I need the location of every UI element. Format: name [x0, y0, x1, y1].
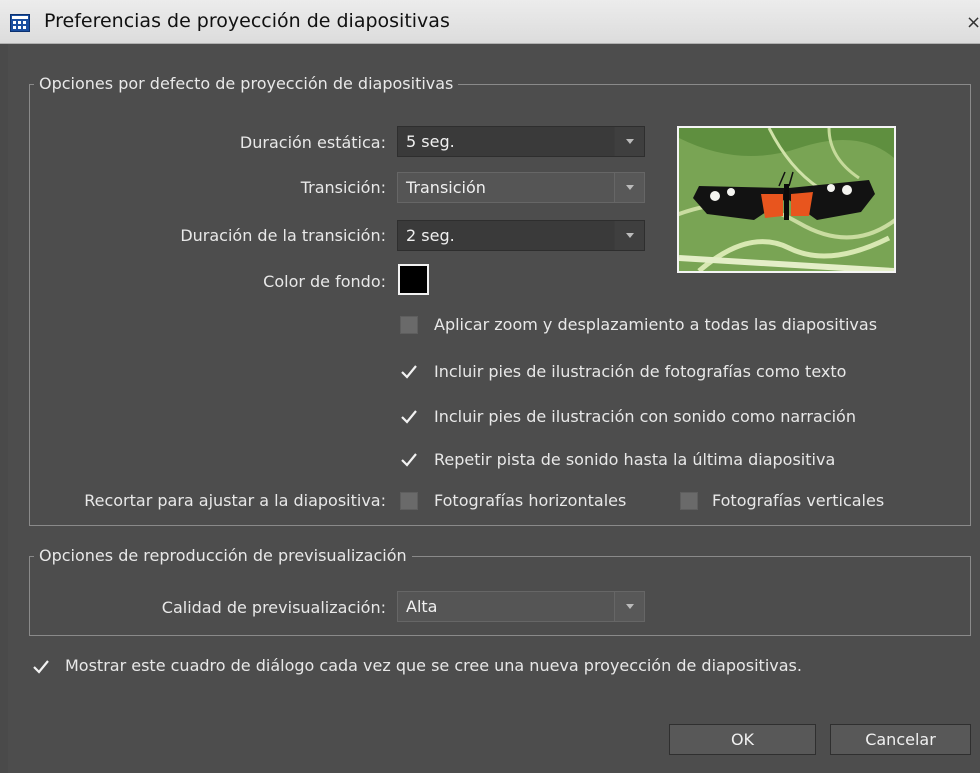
show-dialog-checkbox[interactable]	[32, 658, 50, 676]
preview-quality-dropdown[interactable]: Alta	[397, 591, 645, 622]
dialog-body: Opciones por defecto de proyección de di…	[8, 44, 980, 773]
cancel-button[interactable]: Cancelar	[830, 724, 971, 755]
preview-quality-label: Calidad de previsualización:	[161, 598, 386, 617]
chevron-down-icon[interactable]	[614, 221, 644, 250]
option-checkbox-label[interactable]: Aplicar zoom y desplazamiento a todas la…	[434, 315, 877, 334]
show-dialog-label[interactable]: Mostrar este cuadro de diálogo cada vez …	[65, 656, 802, 675]
checkmark-icon	[33, 660, 49, 674]
ok-button[interactable]: OK	[669, 724, 816, 755]
static-duration-label: Duración estática:	[239, 133, 386, 152]
slideshow-grid-icon	[10, 14, 30, 32]
crop-vertical-label[interactable]: Fotografías verticales	[712, 491, 884, 510]
chevron-down-icon[interactable]	[614, 592, 644, 621]
transition-label: Transición:	[300, 178, 386, 197]
checkmark-icon	[401, 453, 417, 467]
crop-horizontal-checkbox[interactable]	[400, 492, 418, 510]
transition-duration-dropdown[interactable]: 2 seg.	[397, 220, 645, 251]
close-icon[interactable]: ×	[966, 12, 980, 33]
transition-duration-value: 2 seg.	[406, 226, 455, 245]
static-duration-dropdown[interactable]: 5 seg.	[397, 126, 645, 157]
preview-group-legend: Opciones de reproducción de previsualiza…	[34, 546, 412, 565]
transition-dropdown[interactable]: Transición	[397, 172, 645, 203]
defaults-group-legend: Opciones por defecto de proyección de di…	[34, 74, 459, 93]
crop-label: Recortar para ajustar a la diapositiva:	[84, 491, 386, 510]
checkmark-icon	[401, 410, 417, 424]
option-checkbox[interactable]	[400, 316, 418, 334]
option-checkbox-label[interactable]: Incluir pies de ilustración con sonido c…	[434, 407, 856, 426]
option-checkbox[interactable]	[400, 408, 418, 426]
chevron-down-icon[interactable]	[614, 127, 644, 156]
title-bar: Preferencias de proyección de diapositiv…	[0, 0, 980, 44]
transition-value: Transición	[406, 178, 486, 197]
option-checkbox-label[interactable]: Incluir pies de ilustración de fotografí…	[434, 362, 846, 381]
option-checkbox[interactable]	[400, 451, 418, 469]
option-checkbox-label[interactable]: Repetir pista de sonido hasta la última …	[434, 450, 835, 469]
chevron-down-icon[interactable]	[614, 173, 644, 202]
preview-quality-value: Alta	[406, 597, 438, 616]
background-color-swatch[interactable]	[398, 264, 429, 295]
background-color-label: Color de fondo:	[263, 272, 386, 291]
window-title: Preferencias de proyección de diapositiv…	[44, 10, 450, 32]
crop-horizontal-label[interactable]: Fotografías horizontales	[434, 491, 626, 510]
checkmark-icon	[401, 365, 417, 379]
static-duration-value: 5 seg.	[406, 132, 455, 151]
transition-duration-label: Duración de la transición:	[180, 226, 386, 245]
option-checkbox[interactable]	[400, 363, 418, 381]
crop-vertical-checkbox[interactable]	[680, 492, 698, 510]
butterfly-photo	[677, 126, 896, 273]
